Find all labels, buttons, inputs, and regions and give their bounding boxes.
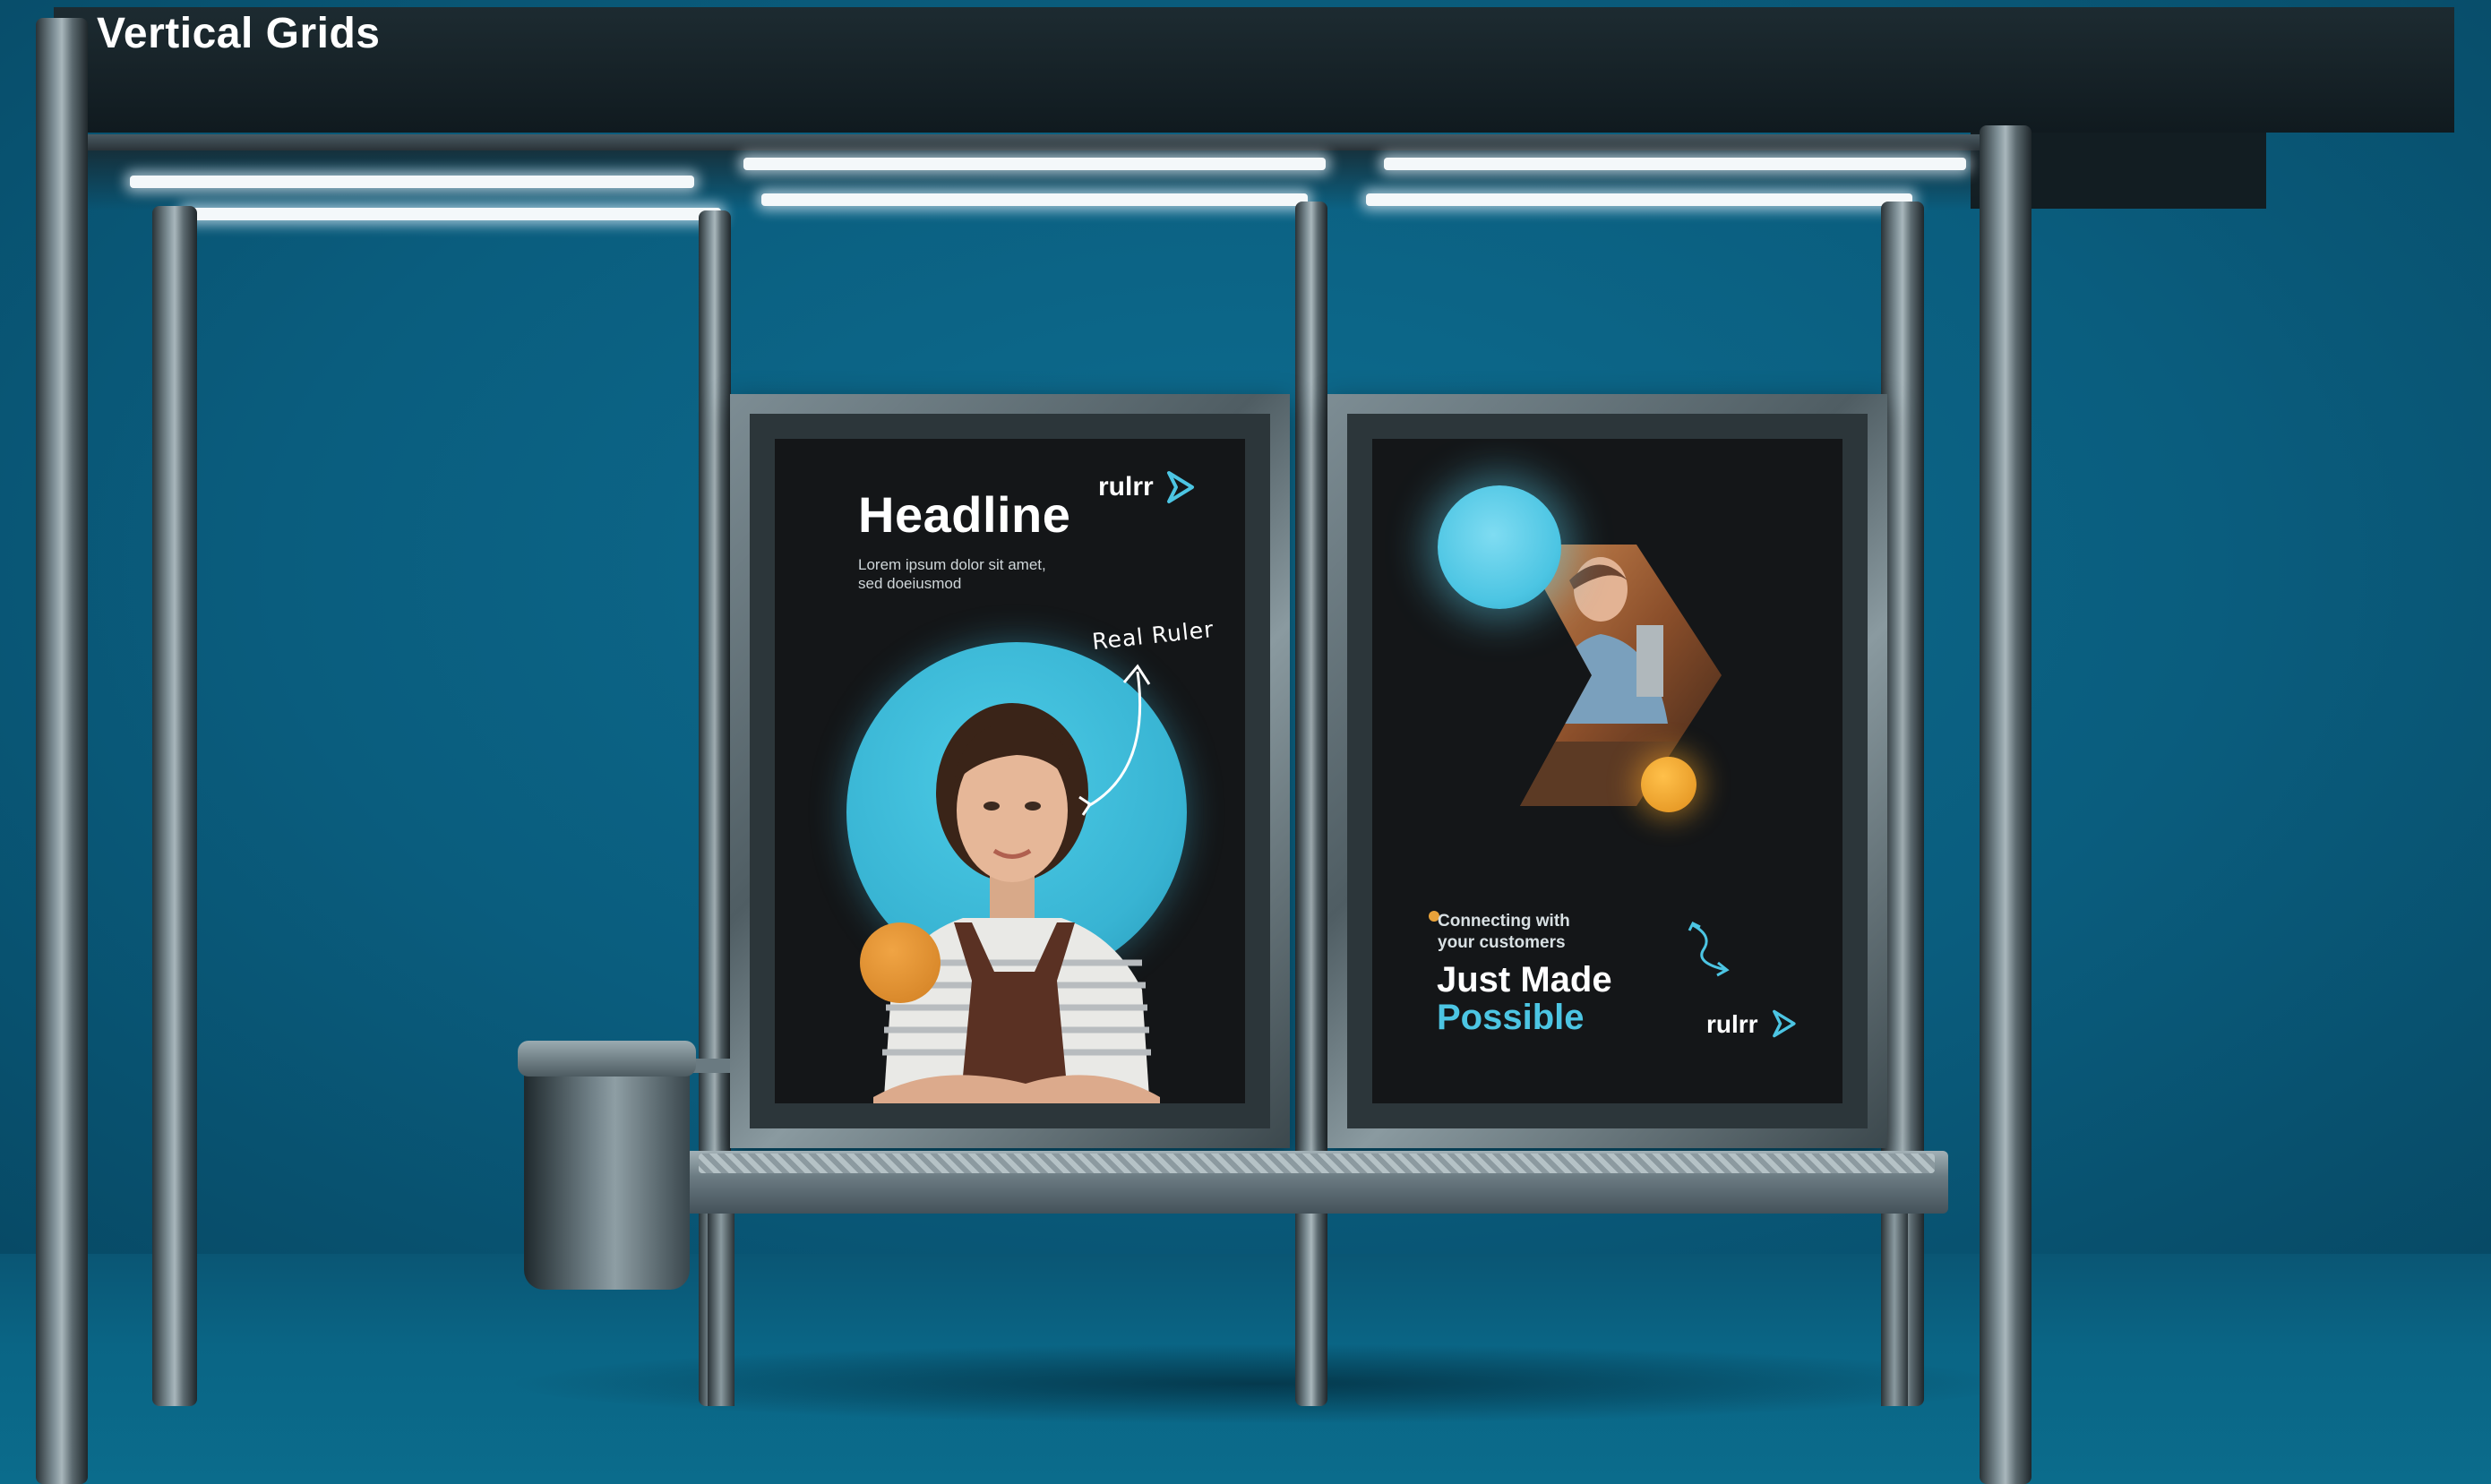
- page-title: Vertical Grids: [97, 10, 381, 57]
- support-pole: [1980, 125, 2031, 1484]
- support-pole: [1295, 202, 1327, 1406]
- poster-frame-left: Headline Lorem ipsum dolor sit amet, sed…: [730, 394, 1290, 1148]
- trash-bin-rim: [518, 1041, 696, 1077]
- handwritten-note: Real Ruler: [1090, 615, 1215, 656]
- poster-subtext: Connecting with your customers: [1438, 911, 1570, 954]
- brand-logo-text: rulrr: [1706, 1010, 1758, 1038]
- poster-headline: Headline: [858, 486, 1071, 543]
- roof-light: [761, 193, 1308, 206]
- roof-light: [130, 176, 694, 188]
- subtext-line: your customers: [1438, 933, 1566, 952]
- orange-circle: [1641, 757, 1696, 812]
- bench-leg: [1881, 1209, 1908, 1406]
- arrow-shaped-photo: [1520, 545, 1722, 806]
- curved-arrow-icon: [1078, 664, 1151, 816]
- squiggle-arrow-icon: [1688, 921, 1730, 977]
- trash-bin: [524, 1048, 690, 1290]
- brand-arrow-icon: [1773, 1009, 1796, 1038]
- shelter-roof: [54, 7, 2454, 133]
- subtext-line: Connecting with: [1438, 912, 1570, 931]
- poster-headline-accent: Possible: [1437, 998, 1585, 1037]
- brand-arrow-icon: [1167, 471, 1194, 503]
- orange-circle: [860, 922, 941, 1003]
- roof-light: [743, 158, 1326, 170]
- body-line: sed doeiusmod: [858, 575, 962, 592]
- body-line: Lorem ipsum dolor sit amet,: [858, 556, 1046, 573]
- support-pole: [152, 206, 197, 1406]
- poster-body-text: Lorem ipsum dolor sit amet, sed doeiusmo…: [858, 555, 1127, 593]
- roof-light: [1384, 158, 1966, 170]
- poster-headline: Just Made: [1437, 960, 1612, 999]
- support-pole: [36, 18, 88, 1484]
- bench-leg: [708, 1209, 734, 1406]
- bus-shelter-scene: Headline Lorem ipsum dolor sit amet, sed…: [0, 0, 2491, 1484]
- poster-frame-right: Connecting with your customers Just Made…: [1327, 394, 1887, 1148]
- roof-rail: [72, 134, 1997, 150]
- poster-right: Connecting with your customers Just Made…: [1372, 439, 1842, 1103]
- poster-left: Headline Lorem ipsum dolor sit amet, sed…: [775, 439, 1245, 1103]
- roof-light: [1366, 193, 1912, 206]
- brand-logo-text: rulrr: [1098, 472, 1154, 502]
- bench-seat: [699, 1154, 1935, 1173]
- blue-circle: [1438, 485, 1561, 609]
- roof-light: [184, 208, 721, 220]
